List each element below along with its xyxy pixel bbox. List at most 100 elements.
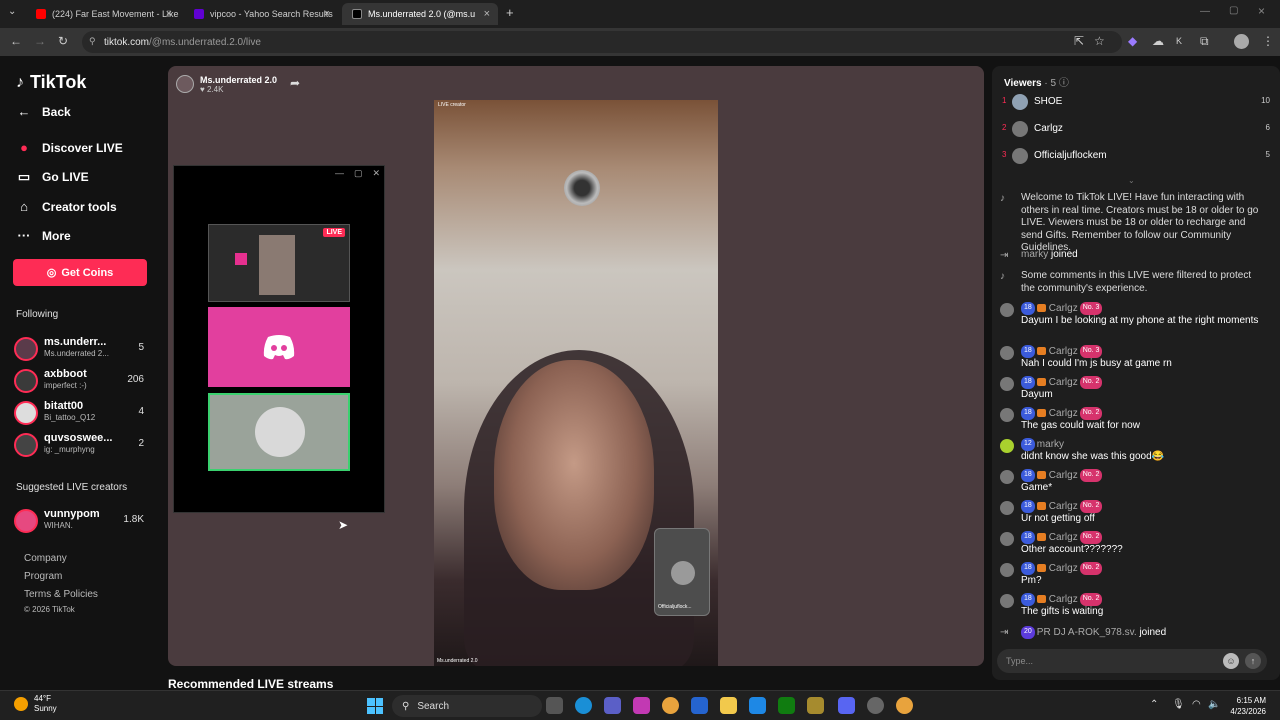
floating-window[interactable]: — ▢ ✕ LIVE xyxy=(173,165,385,513)
settings-gear-icon[interactable] xyxy=(867,697,884,714)
message-user[interactable]: marky xyxy=(1021,249,1048,260)
message-user[interactable]: Carlgz xyxy=(1049,303,1078,314)
suggested-item[interactable]: vunnypom WIHAN. 1.8K xyxy=(14,507,150,533)
windows-start-icon[interactable] xyxy=(367,698,383,714)
viewer-row[interactable]: 2 Carlgz 6 xyxy=(1002,120,1270,138)
extension-icon[interactable]: ◆ xyxy=(1128,34,1137,48)
message-user[interactable]: Carlgz xyxy=(1049,594,1078,605)
close-icon[interactable]: ✕ xyxy=(372,168,380,179)
following-item[interactable]: quvsoswee... ig: _murphyng 2 xyxy=(14,431,150,457)
viewer-row[interactable]: 1 SHOE 10 xyxy=(1002,93,1270,111)
microphone-icon[interactable]: 🎙 xyxy=(1172,699,1185,710)
tab-youtube[interactable]: (224) Far East Movement - Like × xyxy=(26,3,180,25)
discord-taskbar-icon[interactable] xyxy=(838,697,855,714)
site-info-icon[interactable]: ⚲ xyxy=(89,36,96,47)
teams-icon[interactable] xyxy=(604,697,621,714)
tiktok-logo[interactable]: ♪ TikTok xyxy=(16,72,86,93)
taskbar-search[interactable]: ⚲ Search xyxy=(392,695,542,717)
emoji-icon[interactable]: ☺ xyxy=(1223,653,1239,669)
extension-k-icon[interactable]: K xyxy=(1176,36,1182,46)
avatar[interactable] xyxy=(1000,346,1014,360)
close-window-icon[interactable]: × xyxy=(1258,4,1265,18)
app-c-icon[interactable] xyxy=(749,697,766,714)
host-info[interactable]: Ms.underrated 2.0 ♥ 2.4K xyxy=(176,72,277,96)
extensions-puzzle-icon[interactable]: ⧉ xyxy=(1200,34,1209,49)
copilot-icon[interactable] xyxy=(633,697,650,714)
following-item[interactable]: ms.underr... Ms.underrated 2... 5 xyxy=(14,335,150,361)
message-user[interactable]: Carlgz xyxy=(1049,470,1078,481)
clock[interactable]: 6:15 AM 4/23/2026 xyxy=(1230,695,1266,717)
maximize-icon[interactable]: ▢ xyxy=(354,168,363,179)
close-icon[interactable]: × xyxy=(324,8,330,20)
message-user[interactable]: Carlgz xyxy=(1049,563,1078,574)
nav-back[interactable]: ← Back xyxy=(16,104,71,119)
new-tab-button[interactable]: + xyxy=(506,5,514,20)
footer-terms[interactable]: Terms & Policies xyxy=(24,589,98,600)
share-icon[interactable]: ➦ xyxy=(290,76,300,90)
avatar[interactable] xyxy=(1000,501,1014,515)
tab-search-icon[interactable]: ⌄ xyxy=(8,6,16,17)
nav-more[interactable]: ··· More xyxy=(16,228,71,243)
message-user[interactable]: Carlgz xyxy=(1049,532,1078,543)
forward-arrow-icon[interactable]: → xyxy=(34,34,46,48)
footer-program[interactable]: Program xyxy=(24,571,62,582)
avatar[interactable] xyxy=(1000,439,1014,453)
chrome-profile-icon[interactable] xyxy=(896,697,913,714)
open-in-app-icon[interactable]: ⇱ xyxy=(1074,34,1084,48)
send-arrow-icon[interactable]: ↑ xyxy=(1245,653,1261,669)
nav-creator-tools[interactable]: ⌂ Creator tools xyxy=(16,199,117,214)
file-explorer-icon[interactable] xyxy=(720,697,737,714)
following-item[interactable]: bitatt00 Bi_tattoo_Q12 4 xyxy=(14,399,150,425)
menu-kebab-icon[interactable]: ⋮ xyxy=(1262,34,1274,48)
game-icon[interactable] xyxy=(807,697,824,714)
avatar[interactable] xyxy=(1000,532,1014,546)
message-user[interactable]: Carlgz xyxy=(1049,346,1078,357)
minimize-icon[interactable]: — xyxy=(1200,6,1210,17)
viewers-header[interactable]: Viewers · 5 ⓘ xyxy=(1004,74,1069,89)
chrome-icon[interactable] xyxy=(662,697,679,714)
nav-discover-live[interactable]: ● Discover LIVE xyxy=(16,140,123,155)
nav-go-live[interactable]: ▭ Go LIVE xyxy=(16,169,89,185)
avatar[interactable] xyxy=(1000,563,1014,577)
chat-input[interactable]: Type... ☺ ↑ xyxy=(997,649,1267,673)
back-arrow-icon[interactable]: ← xyxy=(10,34,22,48)
message-user[interactable]: Carlgz xyxy=(1049,501,1078,512)
bookmark-star-icon[interactable]: ☆ xyxy=(1094,34,1105,48)
avatar[interactable] xyxy=(1000,303,1014,317)
host-avatar[interactable] xyxy=(176,75,194,93)
store-icon[interactable] xyxy=(691,697,708,714)
wifi-icon[interactable]: ◠ xyxy=(1192,699,1201,710)
maximize-icon[interactable]: ▢ xyxy=(1229,5,1238,16)
extension-cloud-icon[interactable]: ☁ xyxy=(1152,34,1164,48)
tab-tiktok[interactable]: Ms.underrated 2.0 (@ms.u × xyxy=(342,3,498,25)
close-icon[interactable]: × xyxy=(166,8,172,20)
reload-icon[interactable]: ↻ xyxy=(58,34,68,48)
close-icon[interactable]: × xyxy=(484,8,490,20)
footer-company[interactable]: Company xyxy=(24,553,67,564)
avatar[interactable] xyxy=(1000,377,1014,391)
volume-icon[interactable]: 🔈 xyxy=(1208,699,1220,710)
avatar[interactable] xyxy=(1000,470,1014,484)
message-user[interactable]: marky xyxy=(1037,439,1064,450)
discord-tile[interactable] xyxy=(208,307,350,387)
avatar[interactable] xyxy=(1000,408,1014,422)
avatar[interactable] xyxy=(1000,594,1014,608)
task-view-icon[interactable] xyxy=(546,697,563,714)
user-video-tile[interactable] xyxy=(208,393,350,471)
info-icon[interactable]: ⓘ xyxy=(1059,78,1069,89)
collapse-chevron-icon[interactable]: ⌄ xyxy=(1128,176,1135,185)
message-user[interactable]: PR DJ A-ROK_978.sv. xyxy=(1037,627,1137,638)
viewer-row[interactable]: 3 Officialjuflockem 5 xyxy=(1002,147,1270,165)
message-user[interactable]: Carlgz xyxy=(1049,408,1078,419)
tab-yahoo[interactable]: vipcoo - Yahoo Search Results × xyxy=(184,3,338,25)
url-field[interactable]: ⚲ tiktok.com/@ms.underrated.2.0/live xyxy=(82,31,1122,53)
following-item[interactable]: axbboot imperfect :-) 206 xyxy=(14,367,150,393)
weather-widget[interactable]: 44°F Sunny xyxy=(14,694,57,714)
guest-tile[interactable]: Officialjuflock... xyxy=(654,528,710,616)
tray-chevron-icon[interactable]: ⌃ xyxy=(1150,699,1158,710)
minimize-icon[interactable]: — xyxy=(335,168,344,179)
edge-icon[interactable] xyxy=(575,697,592,714)
profile-avatar[interactable] xyxy=(1234,34,1249,49)
get-coins-button[interactable]: ◎ Get Coins xyxy=(13,259,147,286)
screen-share-preview[interactable]: LIVE xyxy=(208,224,350,302)
